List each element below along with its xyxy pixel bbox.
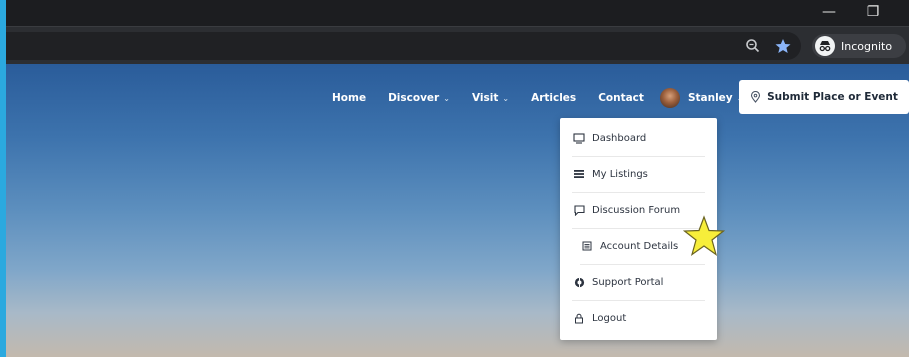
avatar [659,88,680,108]
lock-icon [572,311,586,325]
menu-item-label: Support Portal [592,276,664,288]
chevron-down-icon: ⌄ [443,93,450,103]
restore-icon: ❐ [866,4,880,20]
menu-item-my-listings[interactable]: My Listings [572,156,705,193]
map-pin-icon [750,91,761,103]
zoom-icon[interactable] [743,36,763,56]
nav-item-visit[interactable]: Visit ⌄ [472,92,509,104]
nav-item-label: Home [332,92,367,104]
id-card-icon [580,239,594,253]
web-page: Home Discover ⌄ Visit ⌄ Articles Contact… [6,64,909,357]
restore-button[interactable]: ❐ [858,2,888,22]
user-name: Stanley [687,92,733,104]
submit-button-label: Submit Place or Event [767,91,898,103]
submit-place-button[interactable]: Submit Place or Event [739,80,909,114]
title-bar: — ❐ [6,0,909,26]
nav-item-label: Contact [598,92,644,104]
menu-item-label: Logout [592,312,627,324]
minimize-button[interactable]: — [814,2,844,22]
browser-toolbar: Incognito [6,26,909,65]
monitor-icon [572,131,586,145]
menu-item-label: My Listings [592,168,648,180]
chevron-down-icon: ⌄ [502,93,510,103]
nav-item-contact[interactable]: Contact [598,92,644,104]
incognito-icon [815,36,835,56]
nav-item-label: Articles [531,92,577,104]
browser-window: — ❐ Incognito Home Discover ⌄ Visit ⌄ Ar… [6,0,909,357]
nav-item-home[interactable]: Home [332,92,366,104]
lifebuoy-icon [572,275,586,289]
nav-item-label: Discover [388,92,440,104]
bookmark-star-icon[interactable] [773,36,793,56]
incognito-label: Incognito [841,39,893,53]
menu-item-support-portal[interactable]: Support Portal [572,264,705,301]
nav-item-label: Visit [471,92,499,104]
highlight-star-icon [683,215,725,256]
nav-item-articles[interactable]: Articles [531,92,576,104]
chat-icon [572,203,586,217]
list-icon [572,167,586,181]
menu-item-label: Dashboard [592,132,647,144]
menu-item-logout[interactable]: Logout [572,300,705,336]
site-navigation: Home Discover ⌄ Visit ⌄ Articles Contact… [332,88,765,108]
minimize-icon: — [822,4,836,20]
menu-item-label: Discussion Forum [592,204,681,216]
menu-item-label: Account Details [600,240,679,252]
menu-item-dashboard[interactable]: Dashboard [572,120,705,157]
incognito-profile-button[interactable]: Incognito [812,34,906,58]
address-bar[interactable] [6,32,801,60]
user-menu-toggle[interactable]: Stanley ⌄ [659,88,743,108]
nav-item-discover[interactable]: Discover ⌄ [388,92,450,104]
